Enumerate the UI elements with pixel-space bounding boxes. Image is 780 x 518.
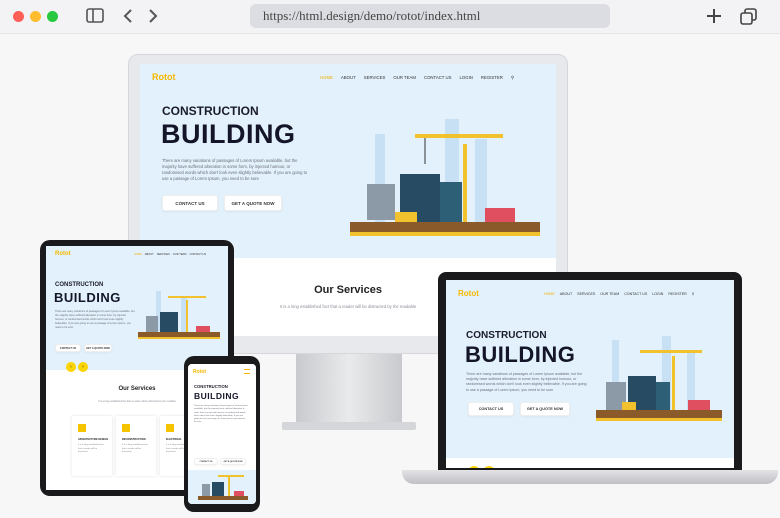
tablet-service-card[interactable]: RECONSTRUCTION It is a long established … [116,416,156,476]
new-tab-icon[interactable] [706,8,722,28]
nav-team[interactable]: OUR TEAM [393,75,416,81]
laptop-paragraph: There are many variations of passages of… [466,372,587,392]
phone-site: Rotot CONSTRUCTION BUILDING There are ma… [188,364,256,504]
reconstruction-icon [122,424,130,432]
laptop-next-arrow[interactable]: › [483,466,495,468]
laptop-quote-button[interactable]: GET A QUOTE NOW [520,402,570,416]
tablet-nav: HOME ABOUT SERVICES OUR TEAM CONTACT US [134,253,206,256]
search-icon[interactable]: ⚲ [511,75,514,81]
page-content: Rotot HOME ABOUT SERVICES OUR TEAM CONTA… [0,34,780,518]
laptop-site: Rotot HOME ABOUT SERVICES OUR TEAM CONTA… [446,280,734,468]
laptop-search-icon[interactable]: ⚲ [692,292,695,296]
laptop-illustration [596,336,722,421]
electrical-icon [166,424,174,432]
quote-button[interactable]: GET A QUOTE NOW [224,195,282,211]
minimize-window-button[interactable] [30,11,41,22]
nav-register[interactable]: REGISTER [481,75,503,81]
maximize-window-button[interactable] [47,11,58,22]
phone-paragraph: There are many variations of passages of… [194,405,248,424]
nav-services[interactable]: SERVICES [364,75,386,81]
laptop-nav-about[interactable]: ABOUT [560,292,572,296]
tablet-logo[interactable]: Rotot [55,251,71,257]
phone-contact-button[interactable]: CONTACT US [194,458,218,465]
tablet-quote-button[interactable]: GET A QUOTE NOW [84,344,112,352]
service-card-title: ARCHITECTURE DESIGN [78,438,109,441]
monitor-stand [296,354,402,424]
menu-icon[interactable] [244,369,250,374]
laptop-nav-team[interactable]: OUR TEAM [600,292,619,296]
tablet-headline: BUILDING [54,290,121,305]
tablet-contact-button[interactable]: CONTACT US [55,344,81,352]
contact-us-button[interactable]: CONTACT US [162,195,218,211]
laptop-nav-contact[interactable]: CONTACT US [624,292,647,296]
nav-home[interactable]: HOME [320,75,333,81]
main-nav: HOME ABOUT SERVICES OUR TEAM CONTACT US … [320,75,514,81]
tabs-icon[interactable] [740,8,757,29]
nav-about[interactable]: ABOUT [341,75,356,81]
laptop-nav: HOME ABOUT SERVICES OUR TEAM CONTACT US … [544,292,694,296]
phone-headline: BUILDING [194,391,240,401]
forward-icon[interactable] [147,8,159,28]
hero-paragraph: There are many variations of passages of… [162,158,308,181]
service-card-title: RECONSTRUCTION [122,438,146,441]
phone-kicker: CONSTRUCTION [194,384,228,389]
tablet-prev-arrow[interactable]: ‹ [66,362,76,372]
browser-toolbar: https://html.design/demo/rotot/index.htm… [0,0,780,34]
tablet-nav-contact[interactable]: CONTACT US [189,253,206,256]
laptop-nav-login[interactable]: LOGIN [652,292,663,296]
nav-contact[interactable]: CONTACT US [424,75,452,81]
service-card-text: It is a long established fact that a rea… [122,444,148,453]
tablet-paragraph: There are many variations of passages of… [55,310,135,329]
tablet-kicker: CONSTRUCTION [55,282,104,288]
nav-login[interactable]: LOGIN [460,75,473,81]
hero-kicker: CONSTRUCTION [162,104,259,118]
laptop-contact-button[interactable]: CONTACT US [468,402,514,416]
architecture-icon [78,424,86,432]
tablet-service-card[interactable]: ARCHITECTURE DESIGN It is a long establi… [72,416,112,476]
laptop-nav-services[interactable]: SERVICES [577,292,595,296]
laptop-kicker: CONSTRUCTION [466,330,547,341]
site-logo[interactable]: Rotot [152,72,176,82]
construction-illustration [350,119,540,236]
tablet-nav-services[interactable]: SERVICES [157,253,170,256]
monitor-base [282,422,416,430]
laptop-nav-register[interactable]: REGISTER [668,292,686,296]
laptop-base [402,470,778,484]
tablet-nav-team[interactable]: OUR TEAM [173,253,187,256]
service-card-text: It is a long established fact that a rea… [78,444,104,453]
sidebar-icon[interactable] [86,8,104,28]
back-icon[interactable] [122,8,134,28]
hero-headline: BUILDING [161,119,296,149]
phone-quote-button[interactable]: GET A QUOTE NOW [220,458,246,465]
laptop-headline: BUILDING [465,342,576,367]
laptop-logo[interactable]: Rotot [458,289,479,298]
laptop-nav-home[interactable]: HOME [544,292,555,296]
laptop-prev-arrow[interactable]: ‹ [468,466,480,468]
phone-logo[interactable]: Rotot [193,369,206,375]
tablet-nav-about[interactable]: ABOUT [145,253,154,256]
tablet-nav-home[interactable]: HOME [134,253,142,256]
tablet-illustration [138,291,220,339]
address-bar[interactable]: https://html.design/demo/rotot/index.htm… [250,4,610,28]
close-window-button[interactable] [13,11,24,22]
phone-illustration [198,475,248,500]
tablet-next-arrow[interactable]: › [78,362,88,372]
